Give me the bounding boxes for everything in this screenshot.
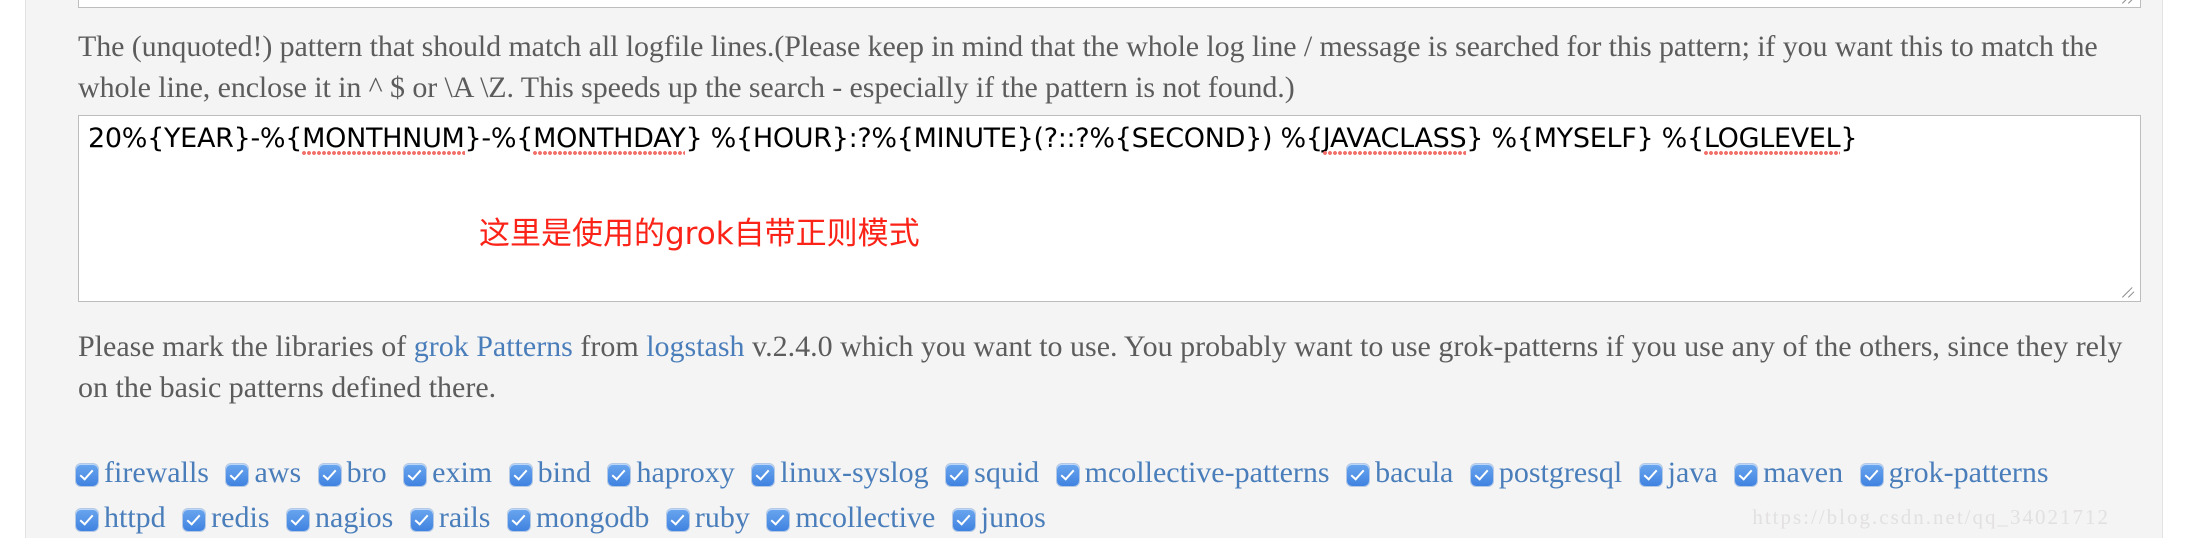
checkbox-checked-icon[interactable] [608,464,631,486]
pattern-token-misspelled: MONTHNUM [302,123,465,155]
checkbox-checked-icon[interactable] [1639,464,1662,486]
pattern-token: } %{HOUR}:?%{MINUTE}(?::?%{SECOND}) %{ [685,123,1323,154]
checkbox-checked-icon[interactable] [76,509,98,531]
checkbox-checked-icon[interactable] [946,464,969,486]
pattern-help-text: The (unquoted!) pattern that should matc… [78,30,2098,104]
library-checkbox-mongodb[interactable]: mongodb [506,501,657,534]
library-checkbox-label[interactable]: mongodb [536,501,649,534]
checkbox-checked-icon[interactable] [1470,464,1493,486]
checkbox-checked-icon[interactable] [410,509,433,531]
library-checkbox-java[interactable]: java [1638,456,1726,489]
checkbox-checked-icon[interactable] [287,509,309,531]
library-checkbox-label[interactable]: mcollective [795,501,935,534]
pattern-token: 20%{YEAR}-%{ [88,123,303,154]
library-checkbox-label[interactable]: ruby [695,501,750,534]
library-checkbox-label[interactable]: nagios [315,501,393,534]
library-checkbox-label[interactable]: bind [538,456,591,489]
library-checkbox-label[interactable]: firewalls [104,456,209,489]
library-checkbox-label[interactable]: bro [347,456,387,489]
library-checkbox-label[interactable]: squid [974,456,1039,489]
checkbox-checked-icon[interactable] [404,464,427,486]
pattern-token: } %{MYSELF} %{ [1466,123,1704,154]
library-checkbox-label[interactable]: grok-patterns [1889,456,2049,489]
library-checkbox-label[interactable]: java [1668,456,1718,489]
checkbox-checked-icon[interactable] [666,509,689,531]
library-checkbox-label[interactable]: haproxy [636,456,734,489]
page-right-gutter [2162,0,2192,538]
library-checkbox-mcollective[interactable]: mcollective [765,501,943,534]
resize-grip-icon[interactable] [2121,0,2137,5]
library-checkbox-label[interactable]: linux-syslog [780,456,928,489]
library-checkbox-label[interactable]: junos [981,501,1046,534]
pattern-token: } [1840,123,1858,154]
library-checkbox-label[interactable]: bacula [1375,456,1453,489]
checkbox-checked-icon[interactable] [1860,464,1883,486]
checkbox-checked-icon[interactable] [76,464,98,486]
library-checkbox-label[interactable]: rails [439,501,491,534]
library-checkbox-linux-syslog[interactable]: linux-syslog [750,456,936,489]
library-checkbox-rails[interactable]: rails [409,501,499,534]
logstash-link[interactable]: logstash [646,330,744,363]
library-checkbox-postgresql[interactable]: postgresql [1469,456,1630,489]
checkbox-checked-icon[interactable] [318,464,341,486]
library-checkbox-label[interactable]: redis [211,501,269,534]
checkbox-checked-icon[interactable] [767,509,790,531]
library-checkbox-firewalls[interactable]: firewalls [74,456,217,489]
form-panel: The (unquoted!) pattern that should matc… [25,0,2162,538]
libraries-note-part1: Please mark the libraries of [78,330,414,363]
library-checkbox-junos[interactable]: junos [951,501,1054,534]
library-checkbox-grok-patterns[interactable]: grok-patterns [1859,456,2057,489]
library-checkbox-bacula[interactable]: bacula [1345,456,1461,489]
library-checkbox-exim[interactable]: exim [402,456,500,489]
library-checkbox-label[interactable]: postgresql [1499,456,1622,489]
pattern-token: }-%{ [464,123,534,154]
library-checkbox-label[interactable]: mcollective-patterns [1085,456,1330,489]
library-checkbox-haproxy[interactable]: haproxy [606,456,742,489]
library-checkbox-label[interactable]: aws [254,456,301,489]
library-checkbox-maven[interactable]: maven [1733,456,1851,489]
library-checkbox-bro[interactable]: bro [317,456,395,489]
checkbox-checked-icon[interactable] [1735,464,1758,486]
library-checkbox-aws[interactable]: aws [224,456,309,489]
checkbox-checked-icon[interactable] [226,464,249,486]
library-checkbox-ruby[interactable]: ruby [665,501,758,534]
library-checkbox-label[interactable]: exim [432,456,492,489]
library-checkbox-squid[interactable]: squid [944,456,1047,489]
library-checkbox-label[interactable]: httpd [104,501,166,534]
chinese-annotation: 这里是使用的grok自带正则模式 [479,216,920,252]
library-checkbox-httpd[interactable]: httpd [74,501,174,534]
previous-textarea-partial[interactable] [78,0,2141,8]
checkbox-checked-icon[interactable] [752,464,775,486]
page-shell: The (unquoted!) pattern that should matc… [0,0,2192,538]
pattern-token-misspelled: MONTHDAY [533,123,686,155]
library-checkbox-mcollective-patterns[interactable]: mcollective-patterns [1055,456,1338,489]
library-checkbox-bind[interactable]: bind [508,456,599,489]
checkbox-checked-icon[interactable] [1347,464,1370,486]
grok-pattern-value: 20%{YEAR}-%{MONTHNUM}-%{MONTHDAY} %{HOUR… [88,122,2134,156]
library-checkbox-redis[interactable]: redis [181,501,277,534]
grok-pattern-textarea[interactable]: 20%{YEAR}-%{MONTHNUM}-%{MONTHDAY} %{HOUR… [78,115,2141,302]
checkbox-checked-icon[interactable] [952,509,975,531]
pattern-token-misspelled: JAVACLASS [1322,123,1467,155]
library-checkbox-nagios[interactable]: nagios [285,501,401,534]
grok-patterns-link[interactable]: grok Patterns [414,330,573,363]
checkbox-checked-icon[interactable] [1056,464,1079,486]
libraries-note: Please mark the libraries of grok Patter… [78,326,2138,408]
watermark: https://blog.csdn.net/qq_34021712 [1752,505,2110,529]
resize-grip-icon[interactable] [2121,283,2137,299]
library-checkbox-label[interactable]: maven [1763,456,1843,489]
checkbox-checked-icon[interactable] [509,464,532,486]
checkbox-checked-icon[interactable] [183,509,206,531]
checkbox-checked-icon[interactable] [507,509,530,531]
pattern-token-misspelled: LOGLEVEL [1703,123,1841,155]
libraries-note-part2: from [572,330,647,363]
